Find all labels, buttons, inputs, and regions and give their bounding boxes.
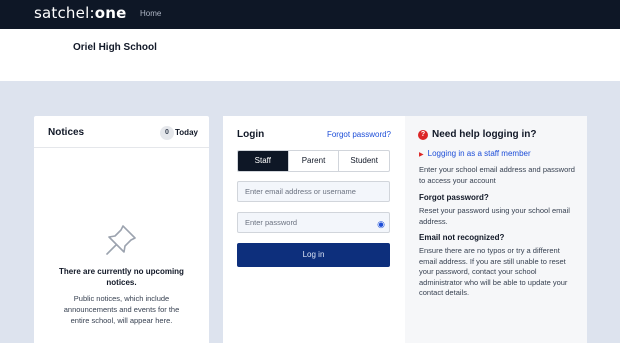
satchel-one-logo[interactable]: satchel:one <box>34 4 126 22</box>
notices-today-filter[interactable]: Today <box>175 128 198 137</box>
login-title: Login <box>237 129 265 140</box>
question-circle-icon: ? <box>418 130 428 140</box>
help-title-row: ? Need help logging in? <box>418 129 536 140</box>
school-header: Oriel High School <box>0 29 620 81</box>
school-name: Oriel High School <box>73 42 157 53</box>
password-input[interactable]: Enter password ◉ <box>237 212 390 233</box>
top-navigation-bar: satchel:one Home <box>0 0 620 29</box>
notices-count-badge: 0 <box>160 126 174 140</box>
role-selector: Staff Parent Student <box>237 150 390 172</box>
notices-panel: Notices 0 Today There are currently no u… <box>34 116 209 343</box>
role-tab-parent[interactable]: Parent <box>287 151 339 171</box>
help-email-text: Ensure there are no typos or try a diffe… <box>419 246 568 297</box>
help-forgot-heading: Forgot password? <box>419 193 489 202</box>
help-title: Need help logging in? <box>432 129 537 140</box>
nav-home-link[interactable]: Home <box>140 9 161 18</box>
help-forgot-text: Reset your password using your school em… <box>419 206 570 226</box>
login-panel: Login Forgot password? Staff Parent Stud… <box>223 116 405 343</box>
role-tab-staff[interactable]: Staff <box>238 151 288 171</box>
staff-login-help-link[interactable]: ▶ Logging in as a staff member <box>419 149 531 158</box>
forgot-password-link[interactable]: Forgot password? <box>327 130 391 139</box>
logo-text-light: satchel: <box>34 4 95 22</box>
notices-title: Notices <box>48 127 85 138</box>
help-panel: ? Need help logging in? ▶ Logging in as a … <box>405 116 587 343</box>
password-placeholder: Enter password <box>245 218 298 227</box>
help-email-heading: Email not recognized? <box>419 233 505 242</box>
role-tab-student[interactable]: Student <box>338 151 389 171</box>
eye-icon[interactable]: ◉ <box>377 215 385 234</box>
pushpin-icon <box>106 225 136 255</box>
login-button[interactable]: Log in <box>237 243 390 267</box>
notices-header: Notices 0 Today <box>34 116 209 148</box>
staff-link-label: Logging in as a staff member <box>427 149 531 158</box>
triangle-right-icon: ▶ <box>419 152 424 158</box>
notices-empty-title: There are currently no upcoming notices. <box>59 267 184 287</box>
email-input[interactable]: Enter email address or username <box>237 181 390 202</box>
notices-empty-body: Public notices, which include announceme… <box>63 294 180 325</box>
help-intro-text: Enter your school email address and pass… <box>419 165 575 185</box>
logo-text-bold: one <box>94 4 127 22</box>
